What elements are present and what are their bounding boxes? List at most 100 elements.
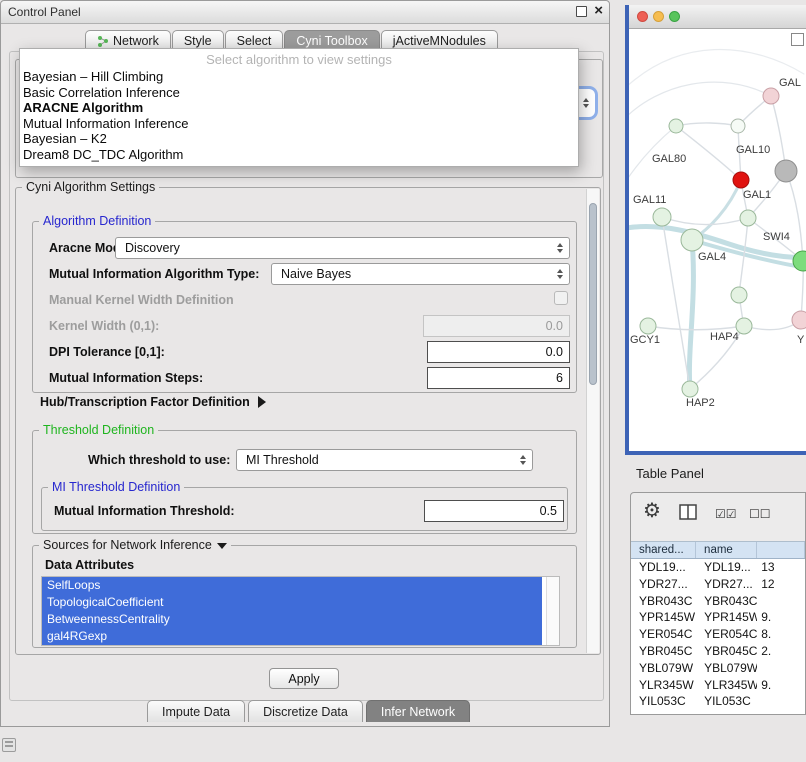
network-node[interactable]	[640, 318, 656, 334]
table-cell: YLR345W	[696, 677, 757, 694]
algorithm-option[interactable]: Bayesian – K2	[20, 131, 578, 147]
tab-label: Select	[237, 34, 272, 48]
control-panel-titlebar: Control Panel ×	[1, 1, 609, 24]
attribute-item[interactable]: BetweennessCentrality	[42, 611, 542, 628]
attribute-item[interactable]: gal4RGexp	[42, 628, 542, 645]
sources-title-text: Sources for Network Inference	[43, 538, 212, 552]
settings-scrollbar-thumb[interactable]	[589, 203, 597, 385]
mi-type-select[interactable]: Naive Bayes	[271, 263, 570, 285]
network-edge[interactable]	[786, 171, 803, 261]
table-row[interactable]: YER054CYER054C8.	[631, 626, 805, 643]
minimize-traffic-light[interactable]	[653, 11, 664, 22]
node-label: GAL4	[698, 251, 726, 263]
hub-definition-disclosure[interactable]: Hub/Transcription Factor Definition	[40, 395, 266, 409]
manual-kernel-checkbox[interactable]	[554, 291, 568, 305]
gear-icon[interactable]: ⚙	[643, 501, 661, 521]
node-label: GAL10	[736, 144, 770, 156]
which-threshold-label: Which threshold to use:	[88, 453, 230, 467]
network-node[interactable]	[681, 229, 703, 251]
table-cell: YPR145W	[696, 609, 757, 626]
tab-label: jActiveMNodules	[393, 34, 486, 48]
table-row[interactable]: YBL079WYBL079W	[631, 660, 805, 677]
column-header[interactable]: shared...	[631, 542, 696, 558]
kernel-width-field[interactable]: 0.0	[423, 315, 570, 337]
minimized-panel-icon[interactable]	[2, 738, 16, 752]
settings-scrollbar[interactable]	[586, 189, 599, 653]
deselect-all-checks-icon[interactable]: ☐☐	[749, 507, 771, 521]
table-row[interactable]: YDR27...YDR27...12	[631, 576, 805, 593]
network-node[interactable]	[733, 172, 749, 188]
list-scrollbar[interactable]	[546, 577, 559, 645]
close-icon[interactable]: ×	[594, 4, 603, 18]
network-node[interactable]	[763, 88, 779, 104]
table-cell: YBL079W	[696, 660, 757, 677]
control-panel-window: Control Panel × Network Style Select Cyn…	[0, 0, 610, 727]
disclosure-down-icon	[217, 543, 227, 549]
float-window-icon[interactable]	[576, 6, 587, 17]
tab-impute-data[interactable]: Impute Data	[147, 700, 245, 722]
columns-icon[interactable]	[679, 504, 697, 525]
algorithm-definition-title: Algorithm Definition	[39, 214, 155, 228]
dpi-tolerance-field[interactable]: 0.0	[427, 341, 570, 363]
table-panel-window: ⚙ ☑☑ ☐☐ shared...name YDL19...YDL19...13…	[630, 492, 806, 715]
apply-button[interactable]: Apply	[269, 668, 339, 689]
network-node[interactable]	[653, 208, 671, 226]
table-row[interactable]: YLR345WYLR345W9.	[631, 677, 805, 694]
network-edge[interactable]	[676, 123, 738, 126]
network-edge[interactable]	[692, 180, 741, 240]
attribute-item[interactable]: TopologicalCoefficient	[42, 594, 542, 611]
data-attributes-list[interactable]: SelfLoopsTopologicalCoefficientBetweenne…	[41, 576, 560, 646]
table-row[interactable]: YBR043CYBR043C	[631, 593, 805, 610]
table-cell: 13	[757, 559, 805, 576]
network-node[interactable]	[669, 119, 683, 133]
table-header-row: shared...name	[631, 541, 805, 559]
which-threshold-select[interactable]: MI Threshold	[236, 449, 533, 471]
column-header[interactable]: name	[696, 542, 757, 558]
select-all-checks-icon[interactable]: ☑☑	[715, 507, 737, 521]
algorithm-option[interactable]: ARACNE Algorithm	[20, 100, 578, 116]
mi-threshold-label: Mutual Information Threshold:	[54, 504, 235, 518]
mi-threshold-group: MI Threshold Definition Mutual Informati…	[41, 487, 568, 531]
tab-infer-network[interactable]: Infer Network	[366, 700, 470, 722]
table-row[interactable]: YIL053CYIL053C	[631, 693, 805, 710]
algorithm-option[interactable]: Mutual Information Inference	[20, 116, 578, 132]
table-row[interactable]: YBR045CYBR045C2.	[631, 643, 805, 660]
network-node[interactable]	[740, 210, 756, 226]
algorithm-option[interactable]: Basic Correlation Inference	[20, 85, 578, 101]
network-graph: GALGAL80GAL10GAL11GAL1SWI4GAL4GCY1HAP4HA…	[629, 29, 806, 451]
tab-discretize-data[interactable]: Discretize Data	[248, 700, 363, 722]
table-cell: YLR345W	[631, 677, 696, 694]
tab-label: Cyni Toolbox	[296, 34, 367, 48]
network-node[interactable]	[775, 160, 797, 182]
network-node[interactable]	[731, 119, 745, 133]
network-edge[interactable]	[629, 49, 804, 89]
network-node[interactable]	[682, 381, 698, 397]
table-row[interactable]: YPR145WYPR145W9.	[631, 609, 805, 626]
network-icon	[97, 35, 109, 47]
algorithm-option[interactable]: Bayesian – Hill Climbing	[20, 69, 578, 85]
network-edge[interactable]	[689, 240, 693, 389]
network-canvas[interactable]: GALGAL80GAL10GAL11GAL1SWI4GAL4GCY1HAP4HA…	[629, 29, 806, 451]
algorithm-option[interactable]: Dream8 DC_TDC Algorithm	[20, 147, 578, 163]
network-node[interactable]	[792, 311, 806, 329]
column-header[interactable]	[757, 542, 805, 558]
settings-group-title: Cyni Algorithm Settings	[22, 180, 159, 194]
aracne-mode-select[interactable]: Discovery	[115, 237, 570, 259]
mi-threshold-field[interactable]: 0.5	[424, 500, 564, 522]
network-node[interactable]	[731, 287, 747, 303]
node-label: GAL11	[633, 194, 666, 206]
close-traffic-light[interactable]	[637, 11, 648, 22]
mi-steps-field[interactable]: 6	[427, 367, 570, 389]
network-edge[interactable]	[648, 326, 744, 330]
sources-group: Sources for Network Inference Data Attri…	[32, 545, 577, 648]
hub-definition-label: Hub/Transcription Factor Definition	[40, 395, 250, 409]
zoom-traffic-light[interactable]	[669, 11, 680, 22]
table-row[interactable]: YDL19...YDL19...13	[631, 559, 805, 576]
table-panel-title: Table Panel	[636, 466, 704, 481]
sources-group-title[interactable]: Sources for Network Inference	[39, 538, 231, 552]
table-body: YDL19...YDL19...13YDR27...YDR27...12YBR0…	[631, 559, 805, 715]
attribute-item[interactable]: SelfLoops	[42, 577, 542, 594]
chevron-updown-icon	[520, 455, 526, 465]
birdseye-toggle[interactable]	[791, 33, 804, 46]
network-edge[interactable]	[662, 217, 748, 225]
